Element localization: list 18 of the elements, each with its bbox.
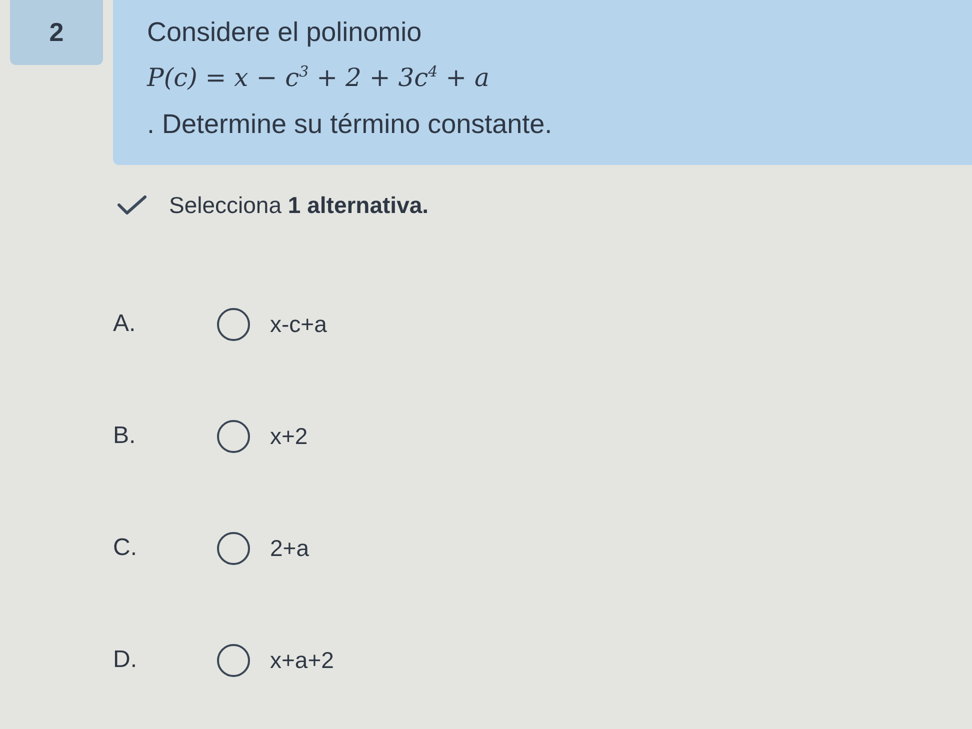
- checkmark-icon: [117, 195, 147, 215]
- instruction-text: Selecciona 1 alternativa.: [169, 191, 429, 220]
- option-text[interactable]: x-c+a: [270, 310, 327, 338]
- option-letter: A.: [113, 310, 136, 338]
- question-number: 2: [10, 0, 103, 65]
- question-text: . Determine su término constante.: [147, 108, 552, 141]
- option-text[interactable]: 2+a: [270, 534, 310, 562]
- radio-button[interactable]: [217, 532, 250, 564]
- option-text[interactable]: x+a+2: [270, 646, 334, 674]
- option-letter: C.: [113, 534, 137, 562]
- radio-button[interactable]: [217, 420, 250, 452]
- question-text: Considere el polinomio: [147, 16, 422, 49]
- option-letter: D.: [113, 646, 137, 674]
- polynomial-formula: P(c) = x − c$^{3}$ + 2 + 3c$^{4}$ + a: [147, 62, 490, 94]
- option-text[interactable]: x+2: [270, 422, 308, 450]
- radio-button[interactable]: [217, 308, 250, 340]
- option-letter: B.: [113, 422, 136, 450]
- radio-button[interactable]: [217, 644, 250, 676]
